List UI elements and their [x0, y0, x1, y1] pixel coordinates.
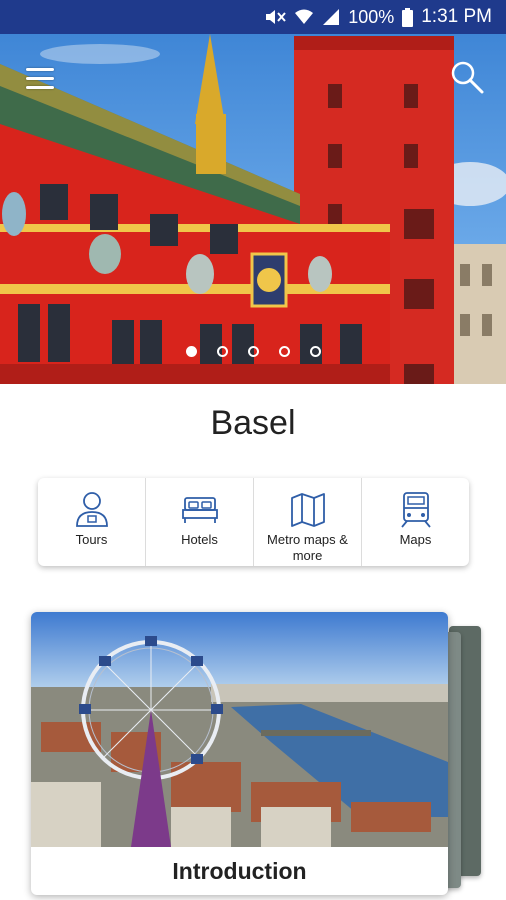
city-title: Basel [210, 404, 296, 442]
signal-icon [322, 8, 340, 26]
status-bar: 100% 1:31 PM [0, 0, 506, 34]
quick-links-bar: Tours Hotels Metro maps & more Maps [38, 478, 469, 566]
maps-label: Maps [399, 532, 432, 547]
basel-town-hall-image [0, 34, 506, 384]
mute-icon [264, 7, 286, 27]
carousel-dot[interactable] [216, 346, 228, 357]
folded-map-icon [290, 493, 325, 527]
metro-maps-label: Metro maps & more [267, 532, 348, 563]
hotels-label: Hotels [181, 532, 218, 547]
hamburger-menu-icon [26, 68, 54, 71]
wifi-icon [294, 8, 314, 26]
carousel-dot[interactable] [185, 346, 197, 357]
carousel-dot[interactable] [247, 346, 259, 357]
battery-percent: 100% [348, 6, 395, 27]
tour-guide-icon [75, 492, 108, 527]
hotels-button[interactable]: Hotels [146, 478, 254, 566]
card-title: Introduction [172, 857, 307, 884]
basel-skyline-photo [31, 612, 448, 847]
hero-carousel[interactable] [0, 34, 506, 384]
tours-button[interactable]: Tours [38, 478, 146, 566]
tours-label: Tours [75, 532, 108, 547]
clock: 1:31 PM [421, 6, 492, 27]
carousel-dot[interactable] [278, 346, 290, 357]
menu-button[interactable] [26, 66, 56, 92]
battery-icon [402, 7, 414, 27]
hamburger-line [26, 77, 54, 80]
hamburger-line [26, 86, 54, 89]
search-icon [451, 61, 484, 94]
metro-maps-button[interactable]: Metro maps & more [254, 478, 362, 566]
search-button[interactable] [450, 60, 484, 94]
train-icon [400, 492, 431, 528]
introduction-card[interactable]: Introduction [31, 612, 448, 895]
bed-icon [181, 497, 218, 523]
maps-button[interactable]: Maps [362, 478, 469, 566]
card-carousel[interactable]: Introduction [31, 612, 481, 900]
carousel-dot[interactable] [309, 346, 321, 357]
carousel-indicator [0, 346, 506, 357]
